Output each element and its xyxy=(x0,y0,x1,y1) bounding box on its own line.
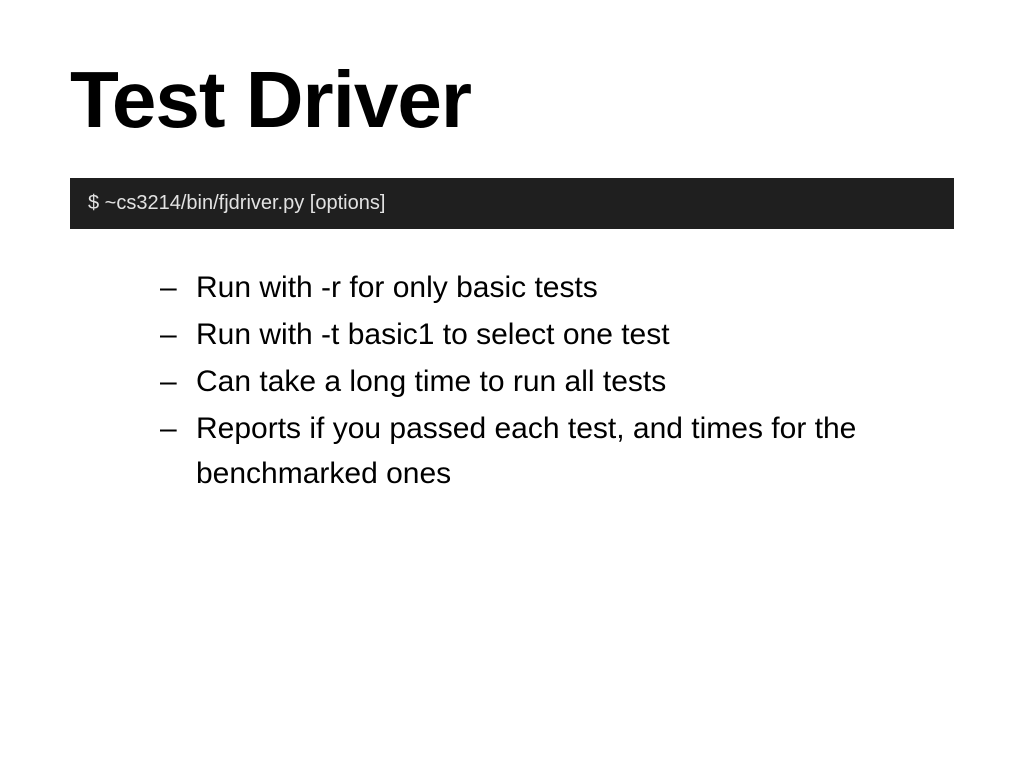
slide: Test Driver $ ~cs3214/bin/fjdriver.py [o… xyxy=(0,0,1024,768)
list-item: Reports if you passed each test, and tim… xyxy=(160,406,954,496)
list-item: Run with -r for only basic tests xyxy=(160,265,954,310)
bullet-list: Run with -r for only basic tests Run wit… xyxy=(70,265,954,496)
command-box: $ ~cs3214/bin/fjdriver.py [options] xyxy=(70,178,954,229)
list-item: Run with -t basic1 to select one test xyxy=(160,312,954,357)
list-item: Can take a long time to run all tests xyxy=(160,359,954,404)
slide-title: Test Driver xyxy=(70,60,954,140)
